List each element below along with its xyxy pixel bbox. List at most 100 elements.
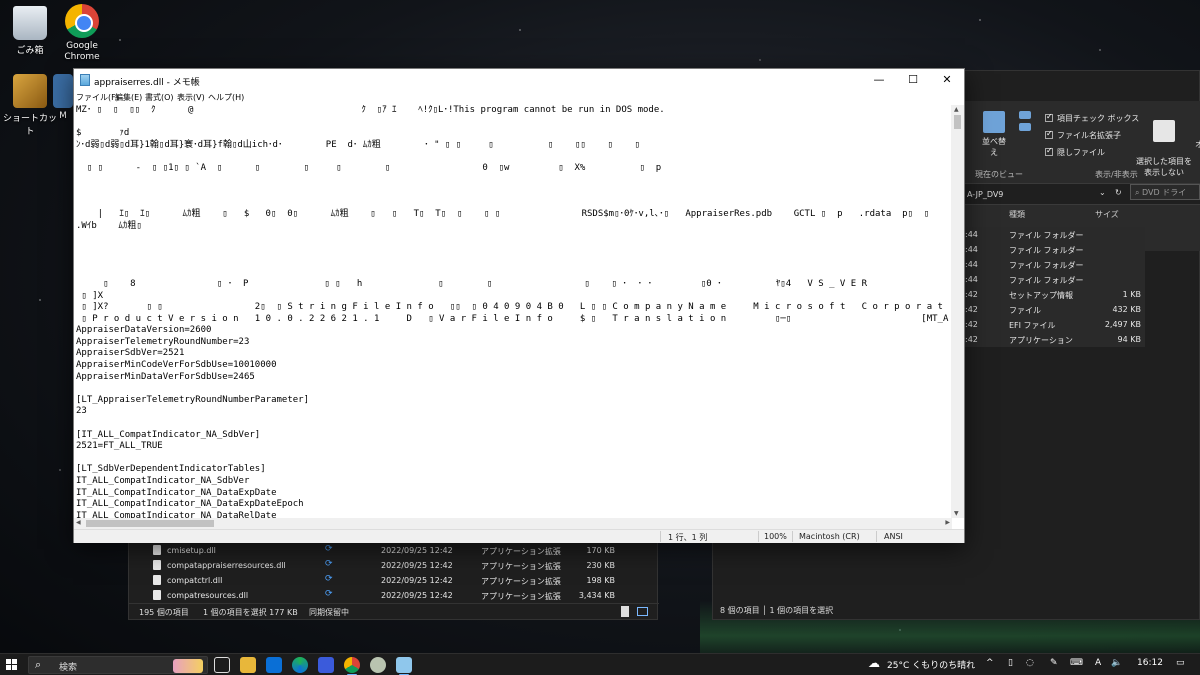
row-time: :44 bbox=[965, 275, 978, 284]
menu-help[interactable]: ヘルプ(H) bbox=[208, 92, 244, 103]
checkbox-checked[interactable] bbox=[1045, 146, 1053, 156]
options-partial-label[interactable]: オ bbox=[1195, 139, 1200, 150]
paint-icon[interactable] bbox=[370, 657, 386, 673]
sort-label: 並べ替え bbox=[982, 137, 1006, 157]
row-type: ファイル フォルダー bbox=[1009, 276, 1084, 285]
shortcut-desktop-icon[interactable]: ショートカット bbox=[0, 74, 60, 137]
file-list: :44 ファイル フォルダー :44 ファイル フォルダー :44 ファイル フォルダ… bbox=[965, 227, 1145, 347]
close-button[interactable]: ✕ bbox=[930, 69, 964, 91]
checkbox-checked[interactable] bbox=[1045, 129, 1053, 139]
sync-pending-icon: ⟳ bbox=[325, 559, 333, 569]
device-icon[interactable]: ▯ bbox=[1008, 658, 1013, 668]
ime-mode[interactable]: A bbox=[1095, 658, 1101, 668]
horizontal-scroll-thumb[interactable] bbox=[86, 520, 214, 527]
item-checkbox-toggle[interactable]: 項目チェック ボックス bbox=[1045, 112, 1139, 124]
text-line: AppraiserDataVersion=2600 bbox=[76, 325, 212, 336]
text-line: AppraiserSdbVer=2521 bbox=[76, 348, 185, 359]
scroll-down-icon[interactable]: ▼ bbox=[954, 510, 959, 517]
taskbar-search-box[interactable]: ⌕ 検索 bbox=[28, 656, 208, 674]
menu-file[interactable]: ファイル(F) bbox=[76, 92, 119, 103]
chevron-up-icon[interactable]: ^ bbox=[986, 658, 994, 668]
row-size: 94 KB bbox=[1117, 335, 1141, 344]
file-row[interactable]: cmisetup.dll ⟳ 2022/09/25 12:42 アプリケーション拡張 1… bbox=[129, 543, 659, 558]
weather-cloud-icon[interactable]: ☁ bbox=[868, 656, 880, 670]
menu-format[interactable]: 書式(O) bbox=[145, 92, 174, 103]
pen-icon[interactable]: ✎ bbox=[1050, 658, 1058, 668]
horizontal-scrollbar[interactable]: ◀ ▶ bbox=[74, 518, 952, 529]
recycle-bin-label: ごみ箱 bbox=[16, 46, 44, 56]
file-row[interactable]: compatctrl.dll ⟳ 2022/09/25 12:42 アプリケーション拡… bbox=[129, 573, 659, 588]
menu-edit[interactable]: 編集(E) bbox=[115, 92, 142, 103]
scroll-left-icon[interactable]: ◀ bbox=[76, 519, 81, 526]
explorer-right-status: 8 個の項目 │ 1 個の項目を選択 bbox=[720, 606, 834, 615]
file-row[interactable]: :44 ファイル フォルダー bbox=[965, 257, 1145, 272]
task-view-icon[interactable] bbox=[214, 657, 230, 673]
line-ending: Macintosh (CR) bbox=[799, 532, 860, 541]
speaker-icon[interactable]: 🔈 bbox=[1111, 658, 1122, 668]
explorer-window-left[interactable]: cmisetup.dll ⟳ 2022/09/25 12:42 アプリケーション拡張 1… bbox=[128, 540, 659, 620]
view-icon-2 bbox=[1019, 123, 1031, 131]
file-explorer-icon[interactable] bbox=[240, 657, 256, 673]
minimize-button[interactable]: — bbox=[862, 69, 896, 91]
sort-icon bbox=[983, 111, 1005, 133]
vertical-scroll-thumb[interactable] bbox=[954, 115, 961, 129]
file-row[interactable]: :42 アプリケーション 94 KB bbox=[965, 332, 1145, 347]
maximize-button[interactable]: ☐ bbox=[896, 69, 930, 91]
file-row[interactable]: compatappraiserresources.dll ⟳ 2022/09/25 … bbox=[129, 558, 659, 573]
search-highlight-icon bbox=[173, 659, 203, 673]
notepad-title-bar[interactable]: appraiserres.dll - メモ帳 — ☐ ✕ bbox=[74, 69, 964, 91]
checkbox-checked[interactable] bbox=[1045, 112, 1053, 122]
file-list-header: 種類 サイズ bbox=[965, 207, 1200, 223]
file-row[interactable]: :42 ファイル 432 KB bbox=[965, 302, 1145, 317]
mail-icon[interactable] bbox=[266, 657, 282, 673]
details-view-icon[interactable] bbox=[621, 606, 629, 617]
media-player-icon[interactable] bbox=[318, 657, 334, 673]
vertical-scrollbar[interactable]: ▲ ▼ bbox=[951, 105, 964, 518]
menu-view[interactable]: 表示(V) bbox=[177, 92, 205, 103]
address-segment[interactable]: A-JP_DV9 bbox=[967, 190, 1003, 199]
chrome-taskbar-icon[interactable] bbox=[344, 657, 360, 675]
hide-selected-button[interactable]: 選択した項目を 表示しない bbox=[1135, 109, 1193, 189]
recycle-bin-desktop-icon[interactable]: ごみ箱 bbox=[0, 6, 60, 56]
file-row[interactable]: :44 ファイル フォルダー bbox=[965, 227, 1145, 242]
row-type: アプリケーション拡張 bbox=[481, 577, 561, 586]
keyboard-icon[interactable]: ⌨ bbox=[1070, 658, 1083, 668]
scroll-up-icon[interactable]: ▲ bbox=[954, 106, 959, 113]
sort-button[interactable]: 並べ替え bbox=[979, 111, 1009, 158]
notification-icon[interactable]: ▭ bbox=[1176, 658, 1185, 668]
chrome-desktop-icon[interactable]: Google Chrome bbox=[52, 4, 112, 63]
large-icons-view-icon[interactable] bbox=[637, 607, 648, 616]
search-input[interactable]: ⌕ DVD ドライ bbox=[1130, 184, 1200, 200]
extension-checkbox-toggle[interactable]: ファイル名拡張子 bbox=[1045, 129, 1121, 141]
notepad-window[interactable]: appraiserres.dll - メモ帳 — ☐ ✕ ファイル(F) 編集(… bbox=[73, 68, 965, 543]
file-row[interactable]: :44 ファイル フォルダー bbox=[965, 242, 1145, 257]
column-type-header[interactable]: 種類 bbox=[1009, 209, 1025, 220]
file-row[interactable]: :44 ファイル フォルダー bbox=[965, 272, 1145, 287]
edge-browser-icon[interactable] bbox=[292, 657, 308, 673]
refresh-icon[interactable]: ↻ bbox=[1115, 188, 1122, 197]
file-row[interactable]: :42 セットアップ情報 1 KB bbox=[965, 287, 1145, 302]
text-editor-area[interactable]: MZ･ ▯ ▯ ▯▯ ｸ @ ｸ ▯ｱ ｴ ﾍ!ｸ▯L･!This progra… bbox=[76, 105, 952, 518]
file-row[interactable]: :42 EFI ファイル 2,497 KB bbox=[965, 317, 1145, 332]
hidden-checkbox-toggle[interactable]: 隠しファイル bbox=[1045, 146, 1105, 158]
scroll-right-icon[interactable]: ▶ bbox=[945, 519, 950, 526]
row-size: 3,434 KB bbox=[578, 591, 615, 600]
text-line bbox=[76, 267, 952, 279]
search-icon: ⌕ bbox=[35, 658, 42, 671]
notepad-taskbar-icon[interactable] bbox=[396, 657, 412, 675]
row-type: アプリケーション bbox=[1009, 336, 1073, 345]
chevron-down-icon[interactable]: ⌄ bbox=[1099, 188, 1106, 197]
file-row[interactable]: compatresources.dll ⟳ 2022/09/25 12:42 アプリケ… bbox=[129, 588, 659, 603]
clock[interactable]: 16:12 bbox=[1137, 658, 1163, 668]
start-button[interactable] bbox=[6, 659, 18, 671]
weather-text[interactable]: 25°C くもりのち晴れ bbox=[887, 658, 975, 671]
column-size-header[interactable]: サイズ bbox=[1095, 209, 1119, 220]
dll-file-icon bbox=[153, 575, 161, 585]
text-line: 23 bbox=[76, 406, 87, 417]
view-options-button[interactable] bbox=[1017, 111, 1033, 134]
text-line: [LT_SdbVerDependentIndicatorTables] bbox=[76, 464, 266, 475]
partial-desktop-icon[interactable]: M bbox=[52, 74, 74, 121]
sync-status: 同期保留中 bbox=[309, 608, 349, 617]
network-icon[interactable]: ◌ bbox=[1026, 658, 1034, 668]
hidden-checkbox-label: 隠しファイル bbox=[1057, 148, 1105, 157]
